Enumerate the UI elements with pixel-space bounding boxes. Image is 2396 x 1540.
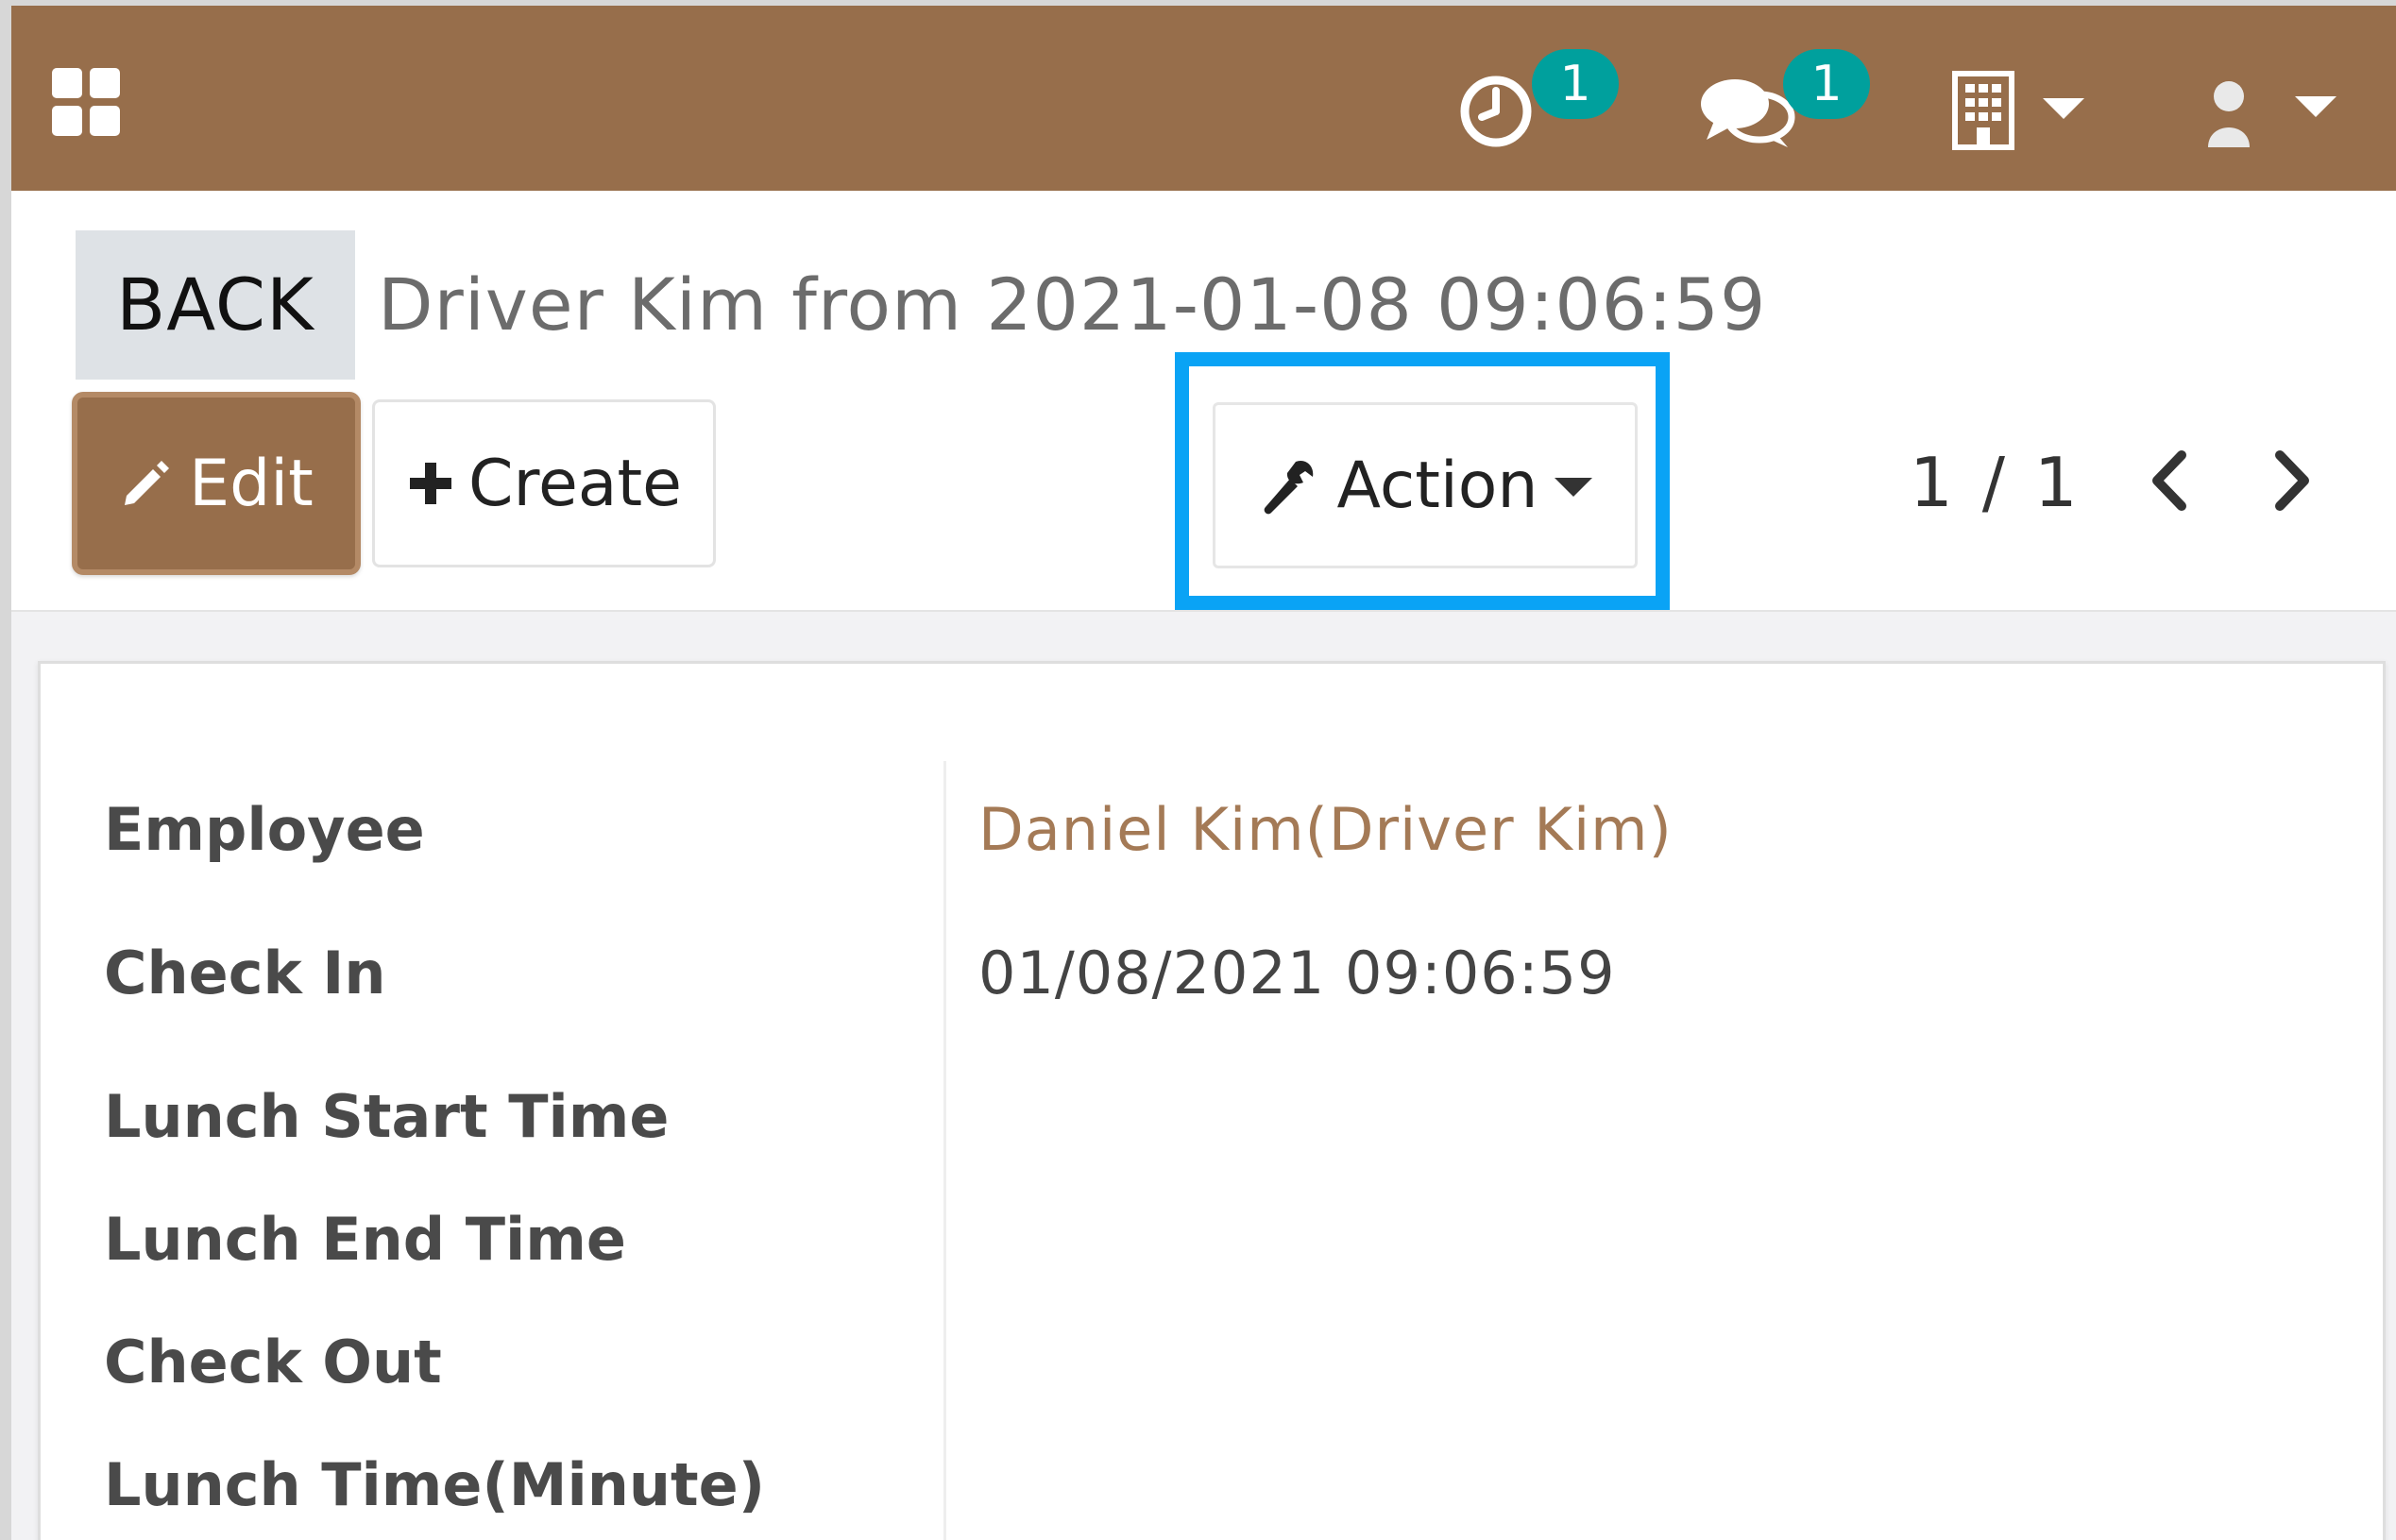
field-label-lunch-end-time: Lunch End Time [104,1205,626,1274]
building-icon [1952,71,2014,150]
action-button-label: Action [1336,448,1538,523]
chevron-down-icon [2295,96,2337,117]
user-menu[interactable] [2202,53,2382,147]
back-button[interactable]: BACK [76,230,355,380]
action-dropdown-button[interactable]: Action [1213,402,1638,568]
top-navbar: 1 1 [11,6,2396,191]
user-avatar-icon [2208,81,2250,147]
chat-icon [1701,79,1795,147]
field-label-lunch-time-minute: Lunch Time(Minute) [104,1450,766,1519]
chevron-down-icon [2043,98,2084,119]
field-label-employee: Employee [104,795,425,864]
plus-icon [410,463,452,504]
activity-count-badge: 1 [1532,49,1619,119]
app-window: 1 1 BACK Driver Kim from 2021-01-08 09:0… [11,6,2396,1540]
wrench-icon [1264,460,1313,515]
field-label-lunch-start-time: Lunch Start Time [104,1082,670,1151]
field-value-check-in: 01/08/2021 09:06:59 [978,939,1616,1007]
form-column-divider [943,761,946,1540]
clock-icon [1460,76,1532,147]
pager-value[interactable]: 1 / 1 [1910,421,2082,544]
edit-button-label: Edit [189,446,314,521]
create-button-label: Create [468,446,682,521]
apps-grid-icon[interactable] [52,68,120,136]
chevron-down-icon [1555,478,1593,497]
field-label-check-in: Check In [104,939,386,1007]
edit-button[interactable]: Edit [72,392,361,575]
chevron-left-icon[interactable] [2138,438,2204,523]
messages-count-badge: 1 [1783,49,1870,119]
field-label-check-out: Check Out [104,1328,442,1396]
company-switcher[interactable] [1952,53,2113,150]
create-button[interactable]: Create [372,399,716,567]
chevron-right-icon[interactable] [2257,438,2323,523]
field-value-employee[interactable]: Daniel Kim(Driver Kim) [978,795,1673,864]
pencil-icon [125,461,170,505]
